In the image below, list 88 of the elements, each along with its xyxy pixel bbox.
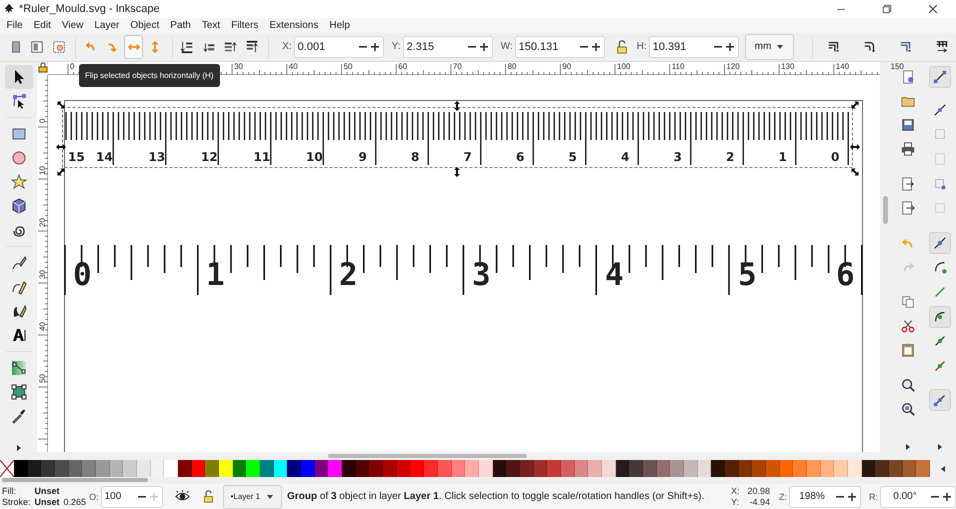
number-field[interactable]: 0.001 bbox=[294, 36, 384, 58]
field-label: Y: bbox=[392, 41, 401, 52]
stroke-label: Stroke: bbox=[2, 496, 31, 508]
fill-value[interactable]: Unset bbox=[34, 486, 60, 497]
scale-number: 15 bbox=[68, 150, 85, 164]
scale-number: 0 bbox=[73, 260, 92, 292]
menu-item[interactable]: Extensions bbox=[264, 20, 324, 31]
scale-number: 6 bbox=[836, 260, 855, 292]
field-label: X: bbox=[282, 41, 292, 52]
cursor-y-value: -4.94 bbox=[748, 496, 770, 508]
ruler-label: 140 bbox=[836, 62, 850, 72]
scale-number: 1 bbox=[206, 260, 225, 292]
cursor-y-label: Y: bbox=[730, 496, 740, 508]
ruler-label: 50 bbox=[38, 374, 47, 384]
number-field[interactable]: 150.131 bbox=[514, 36, 605, 58]
number-input-field[interactable]: 10.391 bbox=[650, 38, 712, 56]
scale-number: 4 bbox=[621, 150, 630, 164]
ruler-label: 70 bbox=[452, 62, 462, 72]
opacity-label: O: bbox=[89, 492, 99, 502]
zoom-input-field[interactable]: 198% bbox=[790, 488, 834, 506]
ruler-label: 0 bbox=[38, 118, 47, 124]
opacity-input-field[interactable]: 100 bbox=[102, 488, 136, 506]
ruler-label: 40 bbox=[38, 322, 47, 332]
scale-number: 1 bbox=[778, 150, 787, 164]
scale-number: 0 bbox=[831, 150, 840, 164]
menu-item[interactable]: Help bbox=[324, 20, 356, 31]
number-input-field[interactable]: 0.001 bbox=[294, 38, 357, 56]
menu-item[interactable]: Layer bbox=[88, 20, 125, 31]
cursor-x-value: 20.98 bbox=[747, 486, 770, 497]
ruler-label: 10 bbox=[38, 166, 47, 176]
tooltip: Flip selected objects horizontally (H) bbox=[79, 64, 220, 88]
field-label: H: bbox=[636, 41, 647, 52]
ruler-label: 30 bbox=[234, 62, 243, 72]
scale-number: 11 bbox=[254, 150, 270, 164]
scale-number: 2 bbox=[339, 260, 358, 292]
scale-number: 9 bbox=[358, 150, 367, 164]
menu-item[interactable]: Edit bbox=[28, 20, 56, 31]
ruler-label: 90 bbox=[562, 62, 572, 72]
scale-number: 6 bbox=[516, 150, 524, 164]
scale-number: 3 bbox=[472, 260, 491, 292]
menu-item[interactable]: Filters bbox=[226, 20, 264, 31]
ruler-label: 50 bbox=[344, 62, 352, 72]
ruler-label: 150 bbox=[890, 62, 904, 72]
scale-number: 5 bbox=[738, 260, 757, 292]
layer-dropdown[interactable]: •Layer 1 bbox=[222, 484, 282, 509]
ruler-label: 30 bbox=[38, 270, 47, 280]
scale-number: 8 bbox=[411, 150, 420, 164]
scale-number: 12 bbox=[201, 150, 218, 164]
rotation-field[interactable]: 0.00° bbox=[880, 486, 956, 508]
menu-item[interactable]: Path bbox=[164, 20, 196, 31]
zoom-label: Z: bbox=[779, 492, 787, 502]
number-input-field[interactable]: 150.131 bbox=[516, 38, 578, 56]
scale-number: 3 bbox=[674, 150, 682, 164]
ruler-label: 40 bbox=[288, 62, 298, 72]
stroke-value[interactable]: Unset bbox=[34, 496, 60, 508]
number-input-field[interactable]: 2.315 bbox=[404, 38, 466, 56]
menu-item[interactable]: Text bbox=[196, 20, 226, 31]
scale-number: 2 bbox=[726, 150, 734, 164]
menu-item[interactable]: View bbox=[56, 20, 89, 31]
scale-number: 5 bbox=[568, 150, 577, 164]
scale-number: 4 bbox=[605, 260, 624, 292]
scale-number: 10 bbox=[306, 150, 323, 164]
ruler-label: 20 bbox=[38, 218, 47, 228]
rotation-input-field[interactable]: 0.00° bbox=[881, 488, 929, 506]
scale-number: 13 bbox=[148, 150, 166, 164]
ruler-label: 130 bbox=[781, 62, 794, 72]
status-message: Group of 3 object in layer Layer 1. Click selection to toggle scale/rotation handles (or Shift+s). bbox=[287, 491, 706, 502]
rotation-label: R: bbox=[869, 492, 878, 502]
scale-number: 7 bbox=[464, 150, 472, 164]
zoom-field[interactable]: 198% bbox=[789, 486, 861, 508]
field-label: W: bbox=[500, 41, 513, 52]
unit-dropdown[interactable]: mm bbox=[744, 34, 794, 60]
menu-item[interactable]: Object bbox=[124, 20, 165, 31]
fill-label: Fill: bbox=[2, 486, 17, 497]
number-field[interactable]: 2.315 bbox=[402, 36, 493, 58]
scale-number: 14 bbox=[96, 150, 113, 164]
ruler-label: 0 bbox=[70, 62, 74, 72]
ruler-label: 80 bbox=[508, 62, 516, 72]
stroke-width[interactable]: 0.265 bbox=[64, 496, 86, 508]
opacity-field[interactable]: 100 bbox=[100, 486, 163, 508]
ruler-label: 120 bbox=[726, 62, 740, 72]
ruler-label: 110 bbox=[672, 62, 684, 72]
window-title: *Ruler_Mould.svg - Inkscape bbox=[19, 2, 160, 15]
ruler-label: 100 bbox=[617, 62, 630, 72]
cursor-x-label: X: bbox=[730, 486, 740, 497]
menu-item[interactable]: File bbox=[1, 20, 28, 31]
number-field[interactable]: 10.391 bbox=[648, 36, 739, 58]
ruler-label: 60 bbox=[398, 62, 408, 72]
